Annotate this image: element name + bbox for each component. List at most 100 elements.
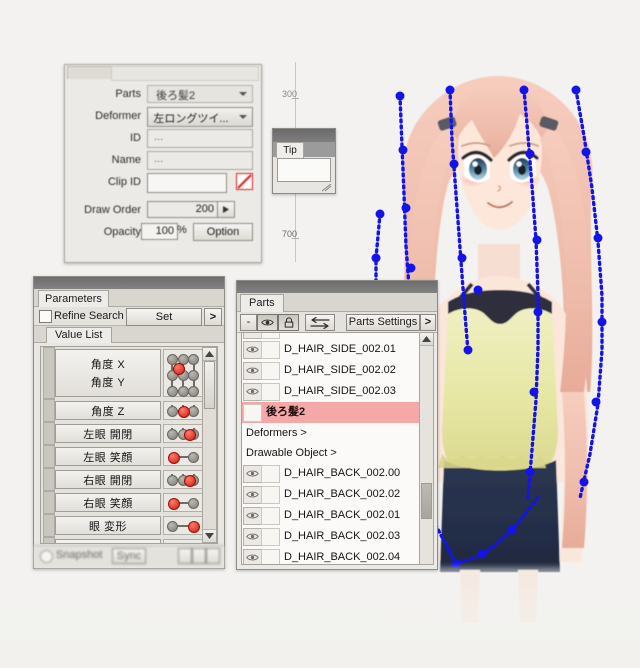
parameter-row[interactable]: 角度 Z <box>41 399 217 422</box>
parameter-row[interactable]: 左眼 開閉 <box>41 422 217 445</box>
parameter-handle[interactable] <box>43 445 55 468</box>
parameter-value-marker[interactable] <box>184 428 197 441</box>
tab-parts[interactable]: Parts <box>240 294 284 312</box>
parts-scrollbar[interactable] <box>419 332 434 565</box>
parameter-name[interactable]: 右眼 笑顔 <box>55 493 161 512</box>
inspector-row-deformer[interactable]: Deformer 左ロングツイ... <box>65 107 261 127</box>
list-item[interactable]: D_HAIR_SIDE_002.01 <box>242 339 419 360</box>
parts-settings-button[interactable]: Parts Settings <box>346 314 420 331</box>
lock-toggle-button[interactable] <box>278 314 299 331</box>
parts-combo[interactable]: 後ろ髪2 <box>147 85 253 103</box>
parameter-value-marker[interactable] <box>168 451 180 464</box>
parameters-scrollbar[interactable] <box>202 347 217 543</box>
list-item[interactable]: D_HAIR_SIDE_002.02 <box>242 360 419 381</box>
inspector-panel[interactable]: Parts 後ろ髪2 Deformer 左ロングツイ... ID ... Nam… <box>64 64 262 263</box>
list-item[interactable]: D_HAIR_BACK_002.04 <box>242 547 419 564</box>
parameter-row[interactable]: 角度 X 角度 Y <box>41 347 217 399</box>
footer-button-2[interactable] <box>192 548 206 564</box>
visibility-cell[interactable] <box>243 486 262 504</box>
parameter-row[interactable]: 右眼 笑顔 <box>41 491 217 514</box>
snapshot-toggle[interactable] <box>40 550 53 563</box>
parameter-value-marker[interactable] <box>178 405 190 418</box>
parameter-handle[interactable] <box>43 514 55 537</box>
parameter-row[interactable]: 左眼 笑顔 <box>41 445 217 468</box>
visibility-cell[interactable] <box>243 528 262 546</box>
parameter-name[interactable]: 目玉 X <box>55 539 161 543</box>
parameter-value-marker[interactable] <box>188 520 200 533</box>
lock-cell[interactable] <box>261 549 280 564</box>
parameter-handle[interactable] <box>43 537 55 543</box>
opacity-value[interactable]: 100 <box>141 223 178 240</box>
scroll-up-icon[interactable] <box>420 333 433 346</box>
parameter-slider[interactable] <box>163 516 203 535</box>
lock-cell[interactable] <box>261 528 280 546</box>
parameter-name[interactable]: 左眼 笑顔 <box>55 447 161 466</box>
parts-expand-button[interactable]: > <box>420 314 436 331</box>
resize-grip[interactable] <box>321 183 332 192</box>
visibility-cell[interactable] <box>243 404 262 422</box>
no-clip-icon[interactable] <box>236 173 253 190</box>
parameter-value-marker[interactable] <box>184 474 197 487</box>
parameter-row[interactable]: 眼 変形 <box>41 514 217 537</box>
inspector-row-opacity[interactable]: Opacity 100 % Option <box>65 223 261 243</box>
parameter-name[interactable]: 左眼 開閉 <box>55 424 161 443</box>
footer-button-1[interactable] <box>178 548 192 564</box>
parameter-grid-2d[interactable] <box>163 539 203 543</box>
inspector-row-clipid[interactable]: Clip ID <box>65 173 261 193</box>
parameter-list[interactable]: 角度 X 角度 Y 角度 Z 左眼 開閉 左眼 笑顔 右眼 開閉 右眼 笑顔 眼… <box>40 346 218 544</box>
list-item[interactable]: D_HAIR_BACK_002.03 <box>242 526 419 547</box>
scroll-down-icon[interactable] <box>203 529 216 542</box>
parameters-expand-button[interactable]: > <box>204 308 222 326</box>
draw-order-value[interactable]: 200 <box>147 201 219 218</box>
visibility-cell[interactable] <box>243 341 262 359</box>
tip-window-titlebar[interactable] <box>273 129 335 142</box>
visibility-cell[interactable] <box>243 362 262 380</box>
parts-list[interactable]: D_HAIR_SIDE_002.01 D_HAIR_SIDE_002.02 D_… <box>241 332 420 565</box>
footer-button-3[interactable] <box>206 548 220 564</box>
parameters-panel[interactable]: Parameters Refine Search Set Parameters … <box>33 276 225 569</box>
sync-button[interactable]: Sync <box>112 548 146 564</box>
parameters-titlebar[interactable] <box>34 277 224 289</box>
visibility-cell[interactable] <box>243 549 262 564</box>
inspector-row-draworder[interactable]: Draw Order 200 <box>65 201 261 221</box>
list-item[interactable]: D_HAIR_BACK_002.00 <box>242 463 419 484</box>
parameter-handle[interactable] <box>43 399 55 422</box>
subtab-value-list[interactable]: Value List <box>46 327 112 343</box>
parts-titlebar[interactable] <box>237 281 437 293</box>
parts-scroll-thumb[interactable] <box>421 483 432 519</box>
parameter-name[interactable]: 角度 X 角度 Y <box>55 349 161 397</box>
lock-cell[interactable] <box>261 486 280 504</box>
list-item[interactable]: D_HAIR_BACK_002.02 <box>242 484 419 505</box>
visibility-toggle-button[interactable] <box>257 314 278 331</box>
parameters-footer[interactable]: Snapshot Sync <box>34 545 224 568</box>
tip-tab[interactable]: Tip <box>276 142 304 158</box>
parameter-handle[interactable] <box>43 491 55 514</box>
tip-window[interactable]: Tip <box>272 128 336 194</box>
lock-cell[interactable] <box>261 362 280 380</box>
parameter-handle[interactable] <box>43 468 55 491</box>
list-item-selected[interactable]: 後ろ髪2 <box>242 402 419 423</box>
parameter-row[interactable]: 右眼 開閉 <box>41 468 217 491</box>
lock-cell[interactable] <box>261 507 280 525</box>
list-item[interactable]: D_HAIR_SIDE_002.03 <box>242 381 419 402</box>
parameter-handle[interactable] <box>43 347 55 399</box>
parameter-slider[interactable] <box>163 470 203 489</box>
clip-id-input[interactable] <box>147 173 227 193</box>
parameter-value-marker[interactable] <box>168 497 180 510</box>
parameter-slider[interactable] <box>163 493 203 512</box>
lock-cell[interactable] <box>261 341 280 359</box>
parameter-slider[interactable] <box>163 401 203 420</box>
lock-cell[interactable] <box>261 465 280 483</box>
draw-order-stepper-button[interactable] <box>217 201 235 218</box>
collapse-all-button[interactable]: - <box>240 314 257 331</box>
parameter-handle[interactable] <box>43 422 55 445</box>
visibility-cell[interactable] <box>243 465 262 483</box>
parts-panel[interactable]: Parts - Parts Settings > D_HAIR_SIDE_002… <box>236 280 438 570</box>
parameter-slider[interactable] <box>163 447 203 466</box>
parameters-scroll-thumb[interactable] <box>204 361 215 409</box>
inspector-tab[interactable] <box>67 66 113 79</box>
parameter-name[interactable]: 右眼 開閉 <box>55 470 161 489</box>
deformer-combo[interactable]: 左ロングツイ... <box>147 107 253 127</box>
parameter-grid-2d[interactable] <box>163 349 203 397</box>
inspector-row-parts[interactable]: Parts 後ろ髪2 <box>65 85 261 105</box>
